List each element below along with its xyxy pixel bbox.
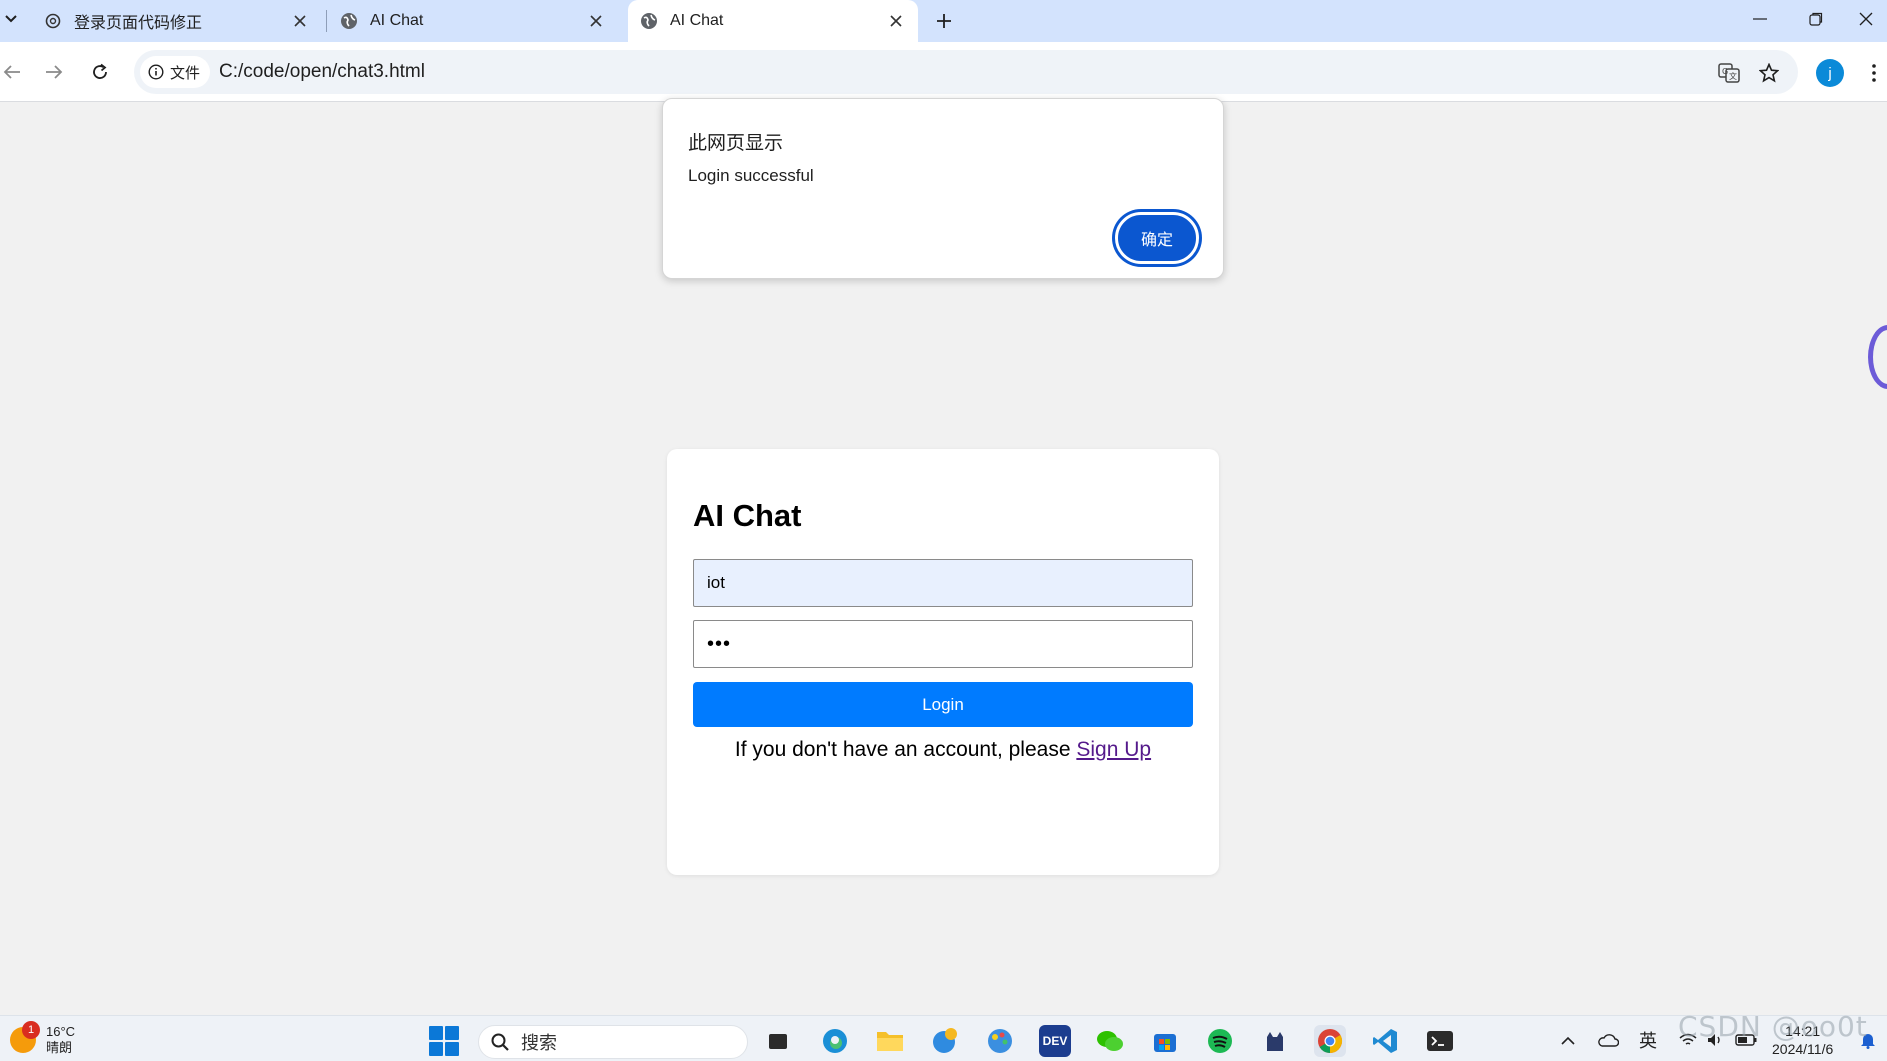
cat-app-icon[interactable] — [1259, 1025, 1291, 1057]
info-icon — [148, 64, 164, 80]
reload-button[interactable] — [84, 56, 116, 88]
assistant-orb-icon[interactable] — [1868, 325, 1887, 389]
signup-link[interactable]: Sign Up — [1076, 738, 1151, 761]
new-tab-button[interactable] — [930, 7, 958, 35]
tab-separator — [326, 10, 327, 32]
profile-avatar[interactable]: j — [1816, 59, 1844, 87]
site-info-chip[interactable]: 文件 — [140, 56, 211, 88]
chatgpt-icon — [44, 12, 62, 30]
file-explorer-icon[interactable] — [874, 1025, 906, 1057]
edge-beta-icon[interactable] — [929, 1025, 961, 1057]
dark-app-icon[interactable] — [762, 1025, 794, 1057]
restore-icon — [1809, 12, 1823, 26]
alert-dialog: 此网页显示 Login successful 确定 — [662, 98, 1224, 279]
chevron-up-icon[interactable] — [1556, 1028, 1580, 1052]
login-card: AI Chat Login If you don't have an accou… — [667, 449, 1219, 875]
tab-title: AI Chat — [370, 12, 424, 29]
url-text[interactable]: C:/code/open/chat3.html — [219, 61, 425, 83]
dialog-ok-button[interactable]: 确定 — [1115, 212, 1199, 264]
tab-ai-chat-1[interactable]: AI Chat — [328, 0, 618, 42]
edge-icon[interactable] — [819, 1025, 851, 1057]
search-placeholder: 搜索 — [521, 1033, 557, 1053]
tab-title: 登录页面代码修正 — [74, 15, 203, 32]
close-icon — [1859, 12, 1872, 26]
svg-text:G: G — [1722, 67, 1728, 76]
vscode-icon[interactable] — [1369, 1025, 1401, 1057]
browser-tab-strip: 登录页面代码修正 AI Chat AI Chat — [0, 0, 1887, 42]
translate-icon: G文 — [1718, 63, 1740, 83]
taskbar-search[interactable]: 搜索 — [478, 1025, 748, 1059]
sun-icon: 1 — [10, 1021, 40, 1053]
chevron-down-icon — [5, 15, 17, 23]
restore-button[interactable] — [1788, 0, 1844, 38]
csdn-watermark: CSDN @oo0t — [1678, 1010, 1868, 1043]
login-button[interactable]: Login — [693, 682, 1193, 727]
weather-temp: 16°C — [46, 1024, 76, 1039]
bookmark-button[interactable] — [1756, 60, 1782, 86]
forward-button[interactable] — [38, 56, 70, 88]
arrow-left-icon — [3, 65, 20, 79]
notification-badge: 1 — [22, 1021, 40, 1039]
start-button[interactable] — [428, 1025, 460, 1057]
browser-menu-button[interactable] — [1864, 58, 1884, 88]
plus-icon — [937, 14, 951, 28]
close-icon[interactable] — [586, 11, 606, 31]
search-icon — [491, 1033, 509, 1051]
reload-icon — [93, 63, 107, 79]
signup-prompt: If you don't have an account, please Sig… — [667, 738, 1219, 762]
ime-indicator[interactable]: 英 — [1636, 1028, 1660, 1052]
globe-icon — [340, 12, 358, 30]
close-icon[interactable] — [886, 11, 906, 31]
close-icon[interactable] — [290, 11, 310, 31]
spotify-icon[interactable] — [1204, 1025, 1236, 1057]
globe-icon — [640, 12, 658, 30]
windows-logo-icon — [429, 1026, 443, 1040]
weather-desc: 晴朗 — [46, 1040, 73, 1055]
signup-prompt-text: If you don't have an account, please — [734, 738, 1071, 761]
weather-widget[interactable]: 1 16°C 晴朗 — [10, 1021, 75, 1056]
tab-ai-chat-active[interactable]: AI Chat — [628, 0, 918, 42]
weather-text: 16°C 晴朗 — [46, 1024, 75, 1056]
dev-cpp-icon[interactable]: DEV — [1039, 1025, 1071, 1057]
arrow-right-icon — [46, 65, 63, 79]
tab-login-fix[interactable]: 登录页面代码修正 — [32, 0, 322, 42]
username-input[interactable] — [693, 559, 1193, 607]
chrome-icon[interactable] — [1314, 1025, 1346, 1057]
store-icon[interactable] — [1149, 1025, 1181, 1057]
minimize-icon — [1753, 18, 1767, 20]
star-icon — [1759, 63, 1779, 83]
onedrive-icon[interactable] — [1596, 1028, 1620, 1052]
address-bar[interactable]: 文件 C:/code/open/chat3.html G文 — [134, 50, 1798, 94]
paint-icon[interactable] — [984, 1025, 1016, 1057]
svg-text:文: 文 — [1729, 71, 1737, 81]
page-title: AI Chat — [693, 498, 802, 533]
dialog-message: Login successful — [688, 166, 814, 185]
close-window-button[interactable] — [1844, 0, 1887, 38]
tab-search-button[interactable] — [0, 6, 22, 32]
more-vertical-icon — [1872, 64, 1876, 82]
site-chip-label: 文件 — [170, 64, 201, 82]
terminal-icon[interactable] — [1424, 1025, 1456, 1057]
dialog-title: 此网页显示 — [688, 133, 784, 154]
minimize-button[interactable] — [1732, 0, 1788, 38]
back-button[interactable] — [0, 56, 28, 88]
windows-taskbar: 1 16°C 晴朗 搜索 DEV 英 14:21 2024/11/6 — [0, 1015, 1887, 1061]
translate-button[interactable]: G文 — [1716, 60, 1742, 86]
browser-toolbar: 文件 C:/code/open/chat3.html G文 j — [0, 42, 1887, 102]
wechat-icon[interactable] — [1094, 1025, 1126, 1057]
tab-title: AI Chat — [670, 12, 724, 29]
password-input[interactable] — [693, 620, 1193, 668]
